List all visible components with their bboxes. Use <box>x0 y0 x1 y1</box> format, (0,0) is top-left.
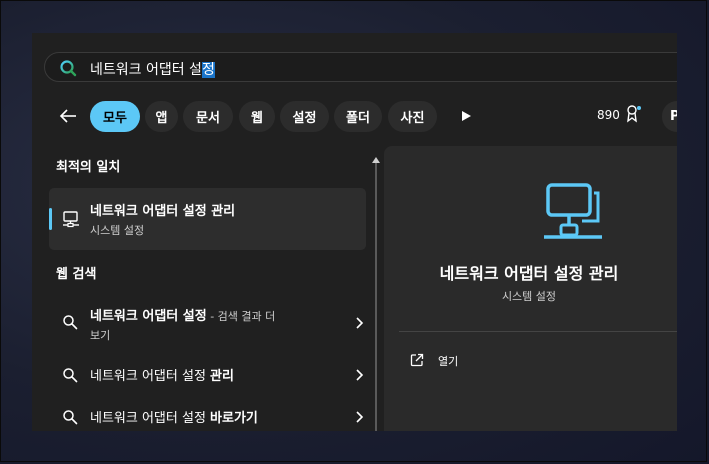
magnifier-icon <box>63 315 78 330</box>
search-query-selection: 정 <box>201 62 215 78</box>
web-result-0-text: 네트워크 어댑터 설정 - 검색 결과 더 <box>90 305 275 324</box>
tab-documents-label: 문서 <box>196 111 220 126</box>
profile-initial: P <box>670 109 677 124</box>
search-input[interactable]: 네트워크 어댑터 설정 <box>44 52 677 82</box>
chevron-right-icon <box>356 411 364 423</box>
tab-settings-label: 설정 <box>292 111 317 126</box>
search-icon <box>60 60 77 77</box>
tab-photos-label: 사진 <box>400 111 425 126</box>
best-match-result[interactable]: 네트워크 어댑터 설정 관리 시스템 설정 <box>49 188 366 250</box>
magnifier-icon <box>63 368 78 383</box>
web-result-1-bold: 관리 <box>210 369 234 384</box>
selection-indicator <box>49 208 52 230</box>
magnifier-icon <box>63 410 78 425</box>
profile-button[interactable]: P <box>662 101 677 132</box>
chevron-right-icon <box>356 369 364 381</box>
web-result-0[interactable]: 네트워크 어댑터 설정 - 검색 결과 더 보기 <box>49 301 366 345</box>
tab-apps[interactable]: 앱 <box>145 101 178 132</box>
search-panel: 네트워크 어댑터 설정 모두 앱 문서 웹 설정 폴더 사진 890 P 최적의… <box>32 33 677 431</box>
web-result-0-continuation: 보기 <box>90 329 111 342</box>
open-external-icon <box>410 353 424 367</box>
tab-documents[interactable]: 문서 <box>183 101 233 132</box>
detail-title: 네트워크 어댑터 설정 관리 <box>439 264 619 283</box>
divider <box>399 331 677 332</box>
open-label: 열기 <box>438 355 459 368</box>
award-icon[interactable] <box>625 105 643 123</box>
search-query[interactable]: 네트워크 어댑터 설정 <box>90 59 215 79</box>
web-result-0-main: 네트워크 어댑터 설정 <box>90 309 207 324</box>
tab-folders-label: 폴더 <box>346 111 370 126</box>
best-match-heading: 최적의 일치 <box>56 160 121 175</box>
tab-all-label: 모두 <box>103 111 127 126</box>
tab-settings[interactable]: 설정 <box>280 101 329 132</box>
best-match-subtitle: 시스템 설정 <box>90 224 145 237</box>
chevron-right-icon <box>356 317 364 329</box>
search-query-text: 네트워크 어댑터 설 <box>90 62 202 78</box>
play-icon[interactable] <box>460 110 472 122</box>
open-button[interactable]: 열기 <box>410 351 530 373</box>
detail-pane: 네트워크 어댑터 설정 관리 시스템 설정 열기 <box>384 146 677 431</box>
web-result-2-text: 네트워크 어댑터 설정 바로가기 <box>90 407 258 426</box>
web-search-heading: 웹 검색 <box>56 267 97 282</box>
back-arrow-icon[interactable] <box>58 106 78 126</box>
tab-folders[interactable]: 폴더 <box>334 101 382 132</box>
web-result-1-text: 네트워크 어댑터 설정 관리 <box>90 365 234 384</box>
web-result-2-main: 네트워크 어댑터 설정 <box>90 411 211 426</box>
tab-web-label: 웹 <box>251 111 263 126</box>
tab-all[interactable]: 모두 <box>90 101 140 132</box>
web-result-2[interactable]: 네트워크 어댑터 설정 바로가기 <box>49 401 366 431</box>
tab-photos[interactable]: 사진 <box>388 101 437 132</box>
tab-web[interactable]: 웹 <box>239 101 275 132</box>
web-result-2-bold: 바로가기 <box>210 411 258 426</box>
network-monitor-icon <box>544 183 602 239</box>
best-match-title: 네트워크 어댑터 설정 관리 <box>90 204 236 219</box>
web-result-1[interactable]: 네트워크 어댑터 설정 관리 <box>49 359 366 389</box>
web-result-1-main: 네트워크 어댑터 설정 <box>90 369 211 384</box>
network-monitor-icon <box>63 211 79 228</box>
tab-apps-label: 앱 <box>155 111 168 126</box>
web-result-0-suffix: - 검색 결과 더 <box>206 310 276 323</box>
detail-subtitle: 시스템 설정 <box>501 290 557 303</box>
rewards-points: 890 <box>597 108 620 122</box>
